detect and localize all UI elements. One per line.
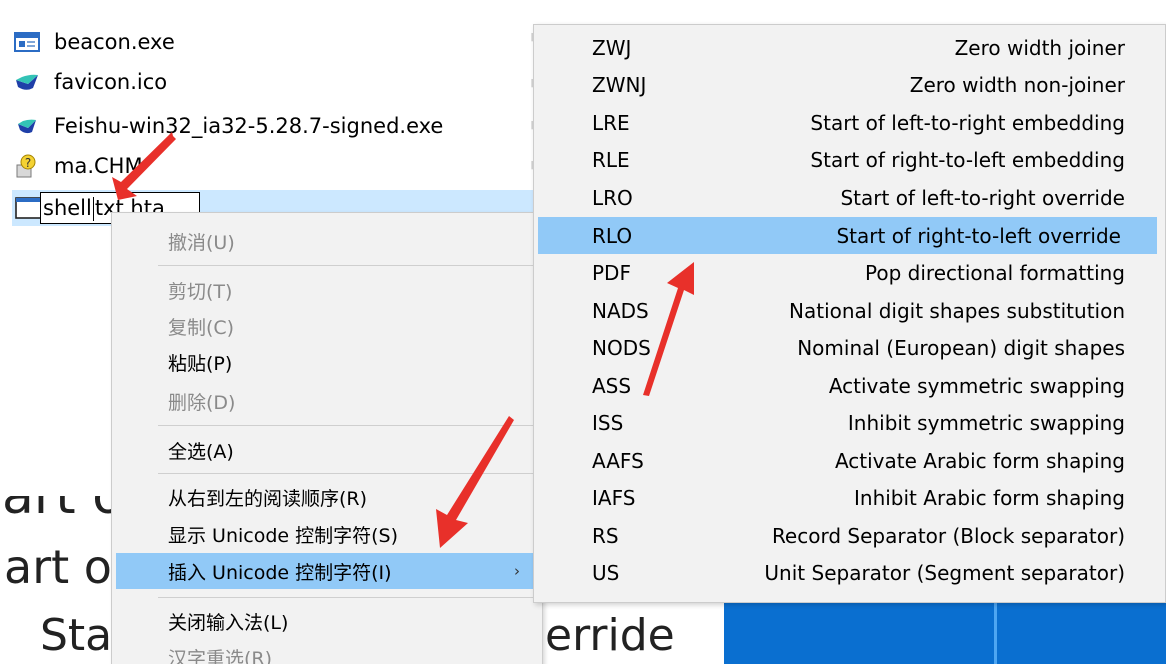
menu-separator — [158, 265, 536, 266]
file-item-favicon[interactable]: favicon.ico — [14, 64, 167, 100]
submenu-item-iss[interactable]: ISS Inhibit symmetric swapping — [534, 404, 1165, 441]
file-name: Feishu-win32_ia32-5.28.7-signed.exe — [54, 114, 444, 138]
menu-item-insert-unicode-control[interactable]: 插入 Unicode 控制字符(I) › — [116, 553, 538, 589]
submenu-item-nods[interactable]: NODS Nominal (European) digit shapes — [534, 329, 1165, 366]
submenu-item-zwnj[interactable]: ZWNJ Zero width non-joiner — [534, 66, 1165, 103]
menu-separator — [158, 473, 536, 474]
submenu-item-pdf[interactable]: PDF Pop directional formatting — [534, 254, 1165, 291]
file-name: favicon.ico — [54, 70, 168, 94]
filename-text-start: shell — [43, 196, 92, 220]
feishu-logo-icon — [14, 113, 44, 139]
file-list: beacon.exe favicon.ico Feishu-win32_ia32… — [0, 0, 560, 240]
submenu-item-rs[interactable]: RS Record Separator (Block separator) — [534, 517, 1165, 554]
svg-text:?: ? — [25, 156, 31, 170]
submenu-item-ass[interactable]: ASS Activate symmetric swapping — [534, 367, 1165, 404]
menu-item-reconvert[interactable]: 汉字重选(R) — [112, 639, 542, 664]
submenu-item-rlo[interactable]: RLO Start of right-to-left override — [538, 217, 1157, 254]
menu-item-cut[interactable]: 剪切(T) — [112, 272, 542, 308]
file-item-ma-chm[interactable]: ? ma.CHM — [14, 148, 143, 184]
menu-item-select-all[interactable]: 全选(A) — [112, 432, 542, 468]
exe-window-icon — [14, 29, 44, 55]
submenu-item-lre[interactable]: LRE Start of left-to-right embedding — [534, 104, 1165, 141]
menu-separator — [158, 425, 536, 426]
submenu-item-nads[interactable]: NADS National digit shapes substitution — [534, 292, 1165, 329]
file-item-beacon[interactable]: beacon.exe — [14, 24, 175, 60]
submenu-item-us[interactable]: US Unit Separator (Segment separator) — [534, 554, 1165, 591]
file-name: beacon.exe — [54, 30, 175, 54]
feishu-logo-icon — [14, 69, 44, 95]
submenu-item-iafs[interactable]: IAFS Inhibit Arabic form shaping — [534, 479, 1165, 516]
menu-item-show-unicode-control[interactable]: 显示 Unicode 控制字符(S) — [112, 516, 542, 552]
menu-separator — [158, 597, 536, 598]
background-text-line: Sta — [40, 610, 113, 661]
submenu-item-rle[interactable]: RLE Start of right-to-left embedding — [534, 141, 1165, 178]
unicode-control-submenu: ZWJ Zero width joiner ZWNJ Zero width non-… — [533, 24, 1166, 603]
submenu-chevron-icon: › — [514, 562, 520, 580]
menu-item-delete[interactable]: 删除(D) — [112, 383, 542, 419]
text-caret — [92, 197, 94, 221]
file-item-feishu-installer[interactable]: Feishu-win32_ia32-5.28.7-signed.exe — [14, 108, 443, 144]
menu-item-close-ime[interactable]: 关闭输入法(L) — [112, 603, 542, 639]
chm-help-icon: ? — [14, 153, 44, 179]
submenu-item-zwj[interactable]: ZWJ Zero width joiner — [534, 29, 1165, 66]
submenu-item-aafs[interactable]: AAFS Activate Arabic form shaping — [534, 442, 1165, 479]
menu-item-rtl-reading-order[interactable]: 从右到左的阅读顺序(R) — [112, 479, 542, 515]
menu-item-copy[interactable]: 复制(C) — [112, 308, 542, 344]
background-text-line: art of — [4, 540, 129, 594]
context-menu: 撤消(U) 剪切(T) 复制(C) 粘贴(P) 删除(D) 全选(A) 从右到左… — [111, 212, 543, 664]
file-name: ma.CHM — [54, 154, 143, 178]
submenu-item-lro[interactable]: LRO Start of left-to-right override — [534, 179, 1165, 216]
menu-item-paste[interactable]: 粘贴(P) — [112, 344, 542, 380]
menu-item-undo[interactable]: 撤消(U) — [112, 223, 542, 259]
background-text-line: erride — [545, 610, 675, 661]
background-text-line: art o — [2, 466, 124, 526]
